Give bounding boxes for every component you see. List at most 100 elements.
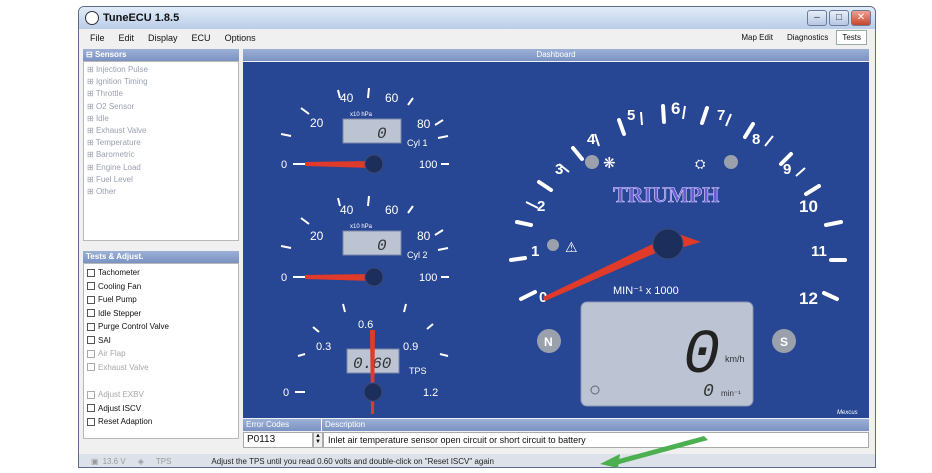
cyl2-name: Cyl 2 xyxy=(407,250,428,260)
test-item-idle-stepper[interactable]: Idle Stepper xyxy=(87,307,235,321)
error-code-column-header: Error Codes xyxy=(243,419,321,431)
sensors-header-label: Sensors xyxy=(94,50,127,59)
window-title: TuneECU 1.8.5 xyxy=(103,12,180,24)
cyl1-gauge: 20 40 60 80 x10 hPa 0 Cyl 1 0 100 xyxy=(280,87,449,174)
sensor-item-fuel-level[interactable]: ⊞ Fuel Level xyxy=(87,174,235,186)
minimize-button[interactable]: – xyxy=(807,10,827,26)
checkbox xyxy=(87,363,95,372)
checkbox[interactable] xyxy=(87,309,95,318)
tacho-label-2: 2 xyxy=(537,198,545,215)
test-item-cooling-fan[interactable]: Cooling Fan xyxy=(87,280,235,294)
error-codes-header: Error Codes Description xyxy=(243,419,869,431)
throttle-icon: ◈ xyxy=(137,457,144,466)
error-code-spinner[interactable]: ▲ ▼ xyxy=(313,432,323,448)
checkbox[interactable] xyxy=(87,417,95,426)
sensor-item-label: Engine Load xyxy=(95,162,141,172)
sensor-item-exhaust-valve[interactable]: ⊞ Exhaust Valve xyxy=(87,125,235,137)
test-item-label: Fuel Pump xyxy=(98,295,137,304)
test-item-tachometer[interactable]: Tachometer xyxy=(87,266,235,280)
sensor-item-ignition-timing[interactable]: ⊞ Ignition Timing xyxy=(87,76,235,88)
error-code-field[interactable]: P0113 xyxy=(243,432,313,448)
test-item-label: Tachometer xyxy=(98,268,140,277)
menu-options[interactable]: Options xyxy=(218,33,263,43)
sensors-header[interactable]: ⊟ Sensors xyxy=(83,49,239,61)
checkbox[interactable] xyxy=(87,268,95,277)
tab-map-edit[interactable]: Map Edit xyxy=(735,30,779,45)
test-item-purge-control-valve[interactable]: Purge Control Valve xyxy=(87,320,235,334)
tacho-hub xyxy=(652,228,684,260)
spin-down-icon[interactable]: ▼ xyxy=(314,439,322,445)
indicator-lamp-warning xyxy=(547,239,559,251)
test-item-fuel-pump[interactable]: Fuel Pump xyxy=(87,293,235,307)
rpm-readout: 0 xyxy=(703,382,714,402)
status-bar: ▣ 13.6 V ◈ TPS Adjust the TPS until you … xyxy=(79,454,875,467)
test-item-label: Purge Control Valve xyxy=(98,322,169,331)
test-item-sai[interactable]: SAI xyxy=(87,334,235,348)
cyl1-label-80: 80 xyxy=(417,117,431,131)
title-bar: TuneECU 1.8.5 – □ ✕ xyxy=(79,7,875,29)
cyl1-name: Cyl 1 xyxy=(407,138,428,148)
sensor-item-label: Throttle xyxy=(95,89,123,99)
sensor-item-label: Other xyxy=(95,187,116,197)
engine-check-icon: ⛭ xyxy=(695,157,706,172)
hazard-warning-icon: ⚠ xyxy=(565,240,578,256)
test-item-air-flap: Air Flap xyxy=(87,347,235,361)
test-item-adjust-iscv[interactable]: Adjust ISCV xyxy=(87,402,235,416)
menu-file[interactable]: File xyxy=(83,33,112,43)
sensor-item-barometric[interactable]: ⊞ Barometric xyxy=(87,149,235,161)
test-item-reset-adaption[interactable]: Reset Adaption xyxy=(87,415,235,429)
sensor-item-throttle[interactable]: ⊞ Throttle xyxy=(87,88,235,100)
checkbox[interactable] xyxy=(87,322,95,331)
tests-list: Tachometer Cooling Fan Fuel Pump Idle St… xyxy=(83,263,239,439)
tab-tests[interactable]: Tests xyxy=(836,30,867,45)
menu-display[interactable]: Display xyxy=(141,33,185,43)
checkbox xyxy=(87,390,95,399)
cyl2-hub xyxy=(364,267,384,287)
tacho-label-1: 1 xyxy=(531,243,539,260)
status-message: Adjust the TPS until you read 0.60 volts… xyxy=(211,457,495,466)
tests-header: Tests & Adjust. xyxy=(83,251,239,263)
menu-edit[interactable]: Edit xyxy=(112,33,142,43)
tab-diagnostics[interactable]: Diagnostics xyxy=(781,30,834,45)
description-column-header: Description xyxy=(321,419,869,431)
checkbox[interactable] xyxy=(87,404,95,413)
error-row: P0113 ▲ ▼ Inlet air temperature sensor op… xyxy=(243,432,869,448)
cyl1-unit: x10 hPa xyxy=(350,112,373,118)
test-item-label: Idle Stepper xyxy=(98,308,142,318)
maker-mark: Mexcus xyxy=(837,410,858,416)
cyl1-min: 0 xyxy=(281,159,287,171)
close-button[interactable]: ✕ xyxy=(851,10,871,26)
tps-name: TPS xyxy=(409,366,427,376)
cyl2-unit: x10 hPa xyxy=(350,224,373,230)
speed-unit: km/h xyxy=(725,354,745,364)
sensor-item-other[interactable]: ⊞ Other xyxy=(87,186,235,198)
cyl1-lcd xyxy=(342,118,402,144)
checkbox[interactable] xyxy=(87,336,95,345)
voltage-readout: 13.6 V xyxy=(102,457,126,466)
green-arrow-annotation xyxy=(600,436,708,468)
sensor-item-label: Ignition Timing xyxy=(95,77,148,87)
tachometer-gauge: 0 1 2 3 4 5 6 7 8 9 10 11 12 TRIUMPH ❋ ⛭… xyxy=(509,99,858,416)
test-item-label: SAI xyxy=(98,335,111,345)
error-description: Inlet air temperature sensor open circui… xyxy=(323,432,869,448)
checkbox[interactable] xyxy=(87,282,95,291)
battery-icon: ▣ xyxy=(91,457,99,466)
test-item-label: Air Flap xyxy=(98,349,126,358)
cyl1-readout: 0 xyxy=(377,125,387,143)
cyl2-needle xyxy=(305,274,371,281)
sensor-item-temperature[interactable]: ⊞ Temperature xyxy=(87,137,235,149)
menu-ecu[interactable]: ECU xyxy=(185,33,218,43)
sensor-item-idle[interactable]: ⊞ Idle xyxy=(87,113,235,125)
test-item-label: Adjust ISCV xyxy=(98,403,142,413)
checkbox[interactable] xyxy=(87,295,95,304)
sensor-item-o2-sensor[interactable]: ⊞ O2 Sensor xyxy=(87,101,235,113)
sensor-item-label: Temperature xyxy=(95,138,141,148)
left-pane: ⊟ Sensors ⊞ Injection Pulse ⊞ Ignition T… xyxy=(83,49,239,439)
maximize-button[interactable]: □ xyxy=(829,10,849,26)
rpm-unit: min⁻¹ xyxy=(721,389,741,398)
test-item-label: Exhaust Valve xyxy=(98,362,149,372)
sensor-item-engine-load[interactable]: ⊞ Engine Load xyxy=(87,162,235,174)
sensor-item-injection-pulse[interactable]: ⊞ Injection Pulse xyxy=(87,64,235,76)
cyl1-label-20: 20 xyxy=(310,116,324,130)
tps-min: 0 xyxy=(283,387,289,399)
